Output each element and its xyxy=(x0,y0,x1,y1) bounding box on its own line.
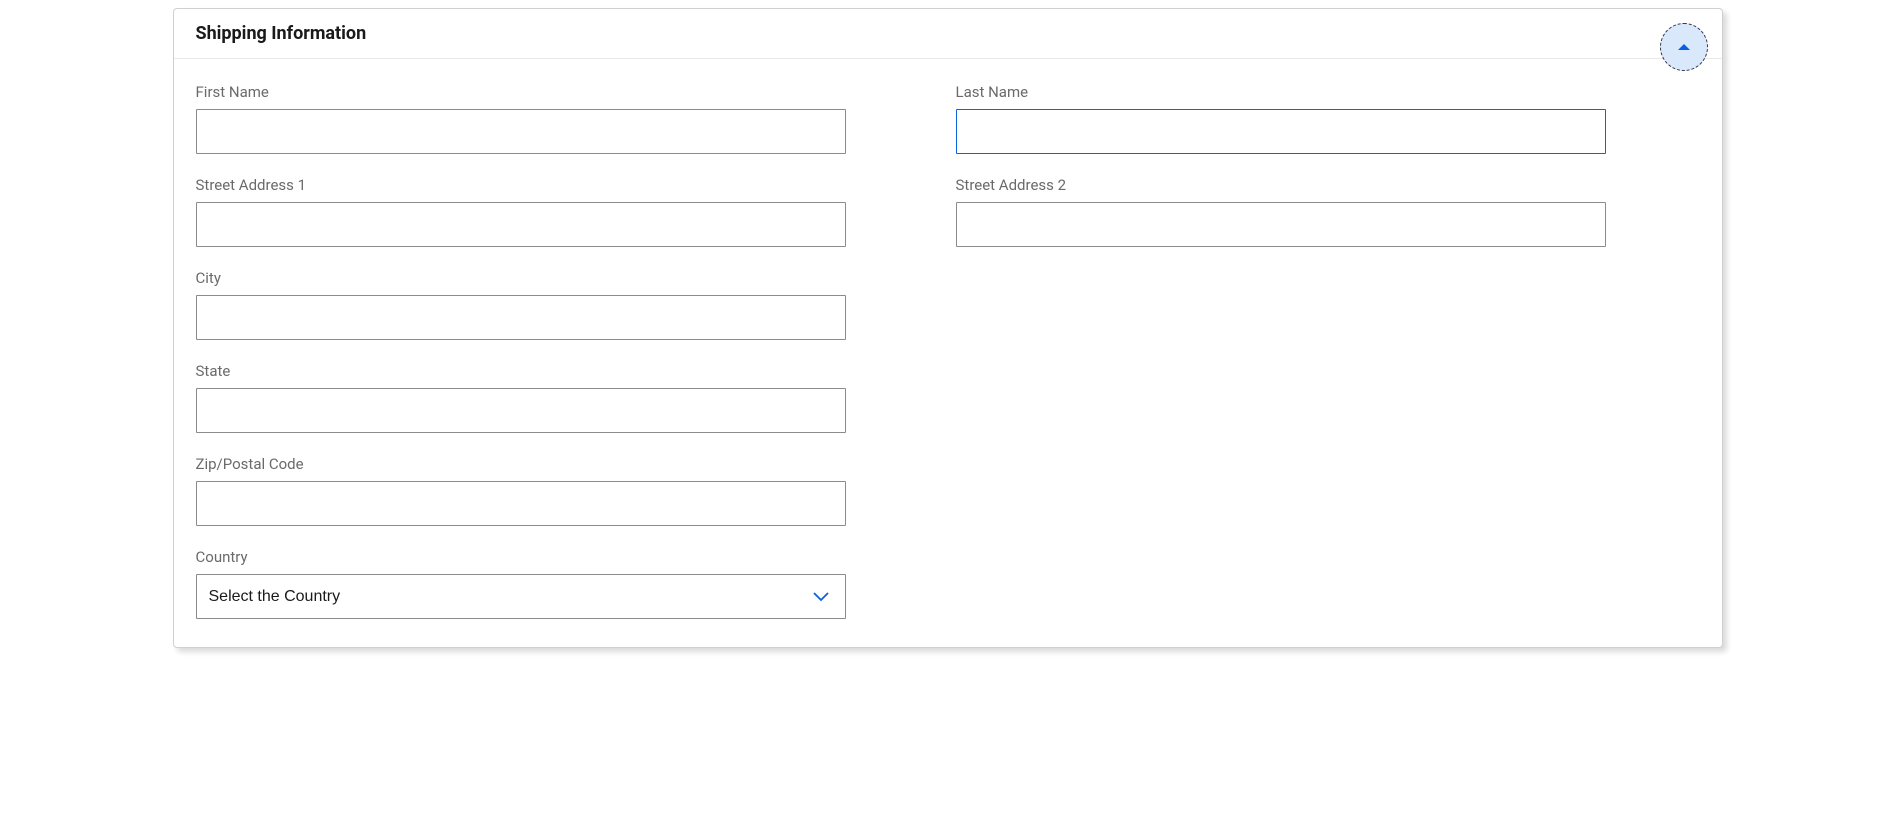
form-row: Street Address 1 Street Address 2 xyxy=(196,176,1700,247)
zip-group: Zip/Postal Code xyxy=(196,455,846,526)
panel-header: Shipping Information xyxy=(174,9,1722,59)
country-select-wrapper: Select the Country xyxy=(196,574,846,619)
state-label: State xyxy=(196,362,846,380)
country-select[interactable]: Select the Country xyxy=(196,574,846,619)
form-row: City xyxy=(196,269,1700,340)
zip-input[interactable] xyxy=(196,481,846,526)
form-row: State xyxy=(196,362,1700,433)
last-name-group: Last Name xyxy=(956,83,1606,154)
panel-title: Shipping Information xyxy=(196,23,367,44)
city-input[interactable] xyxy=(196,295,846,340)
collapse-button[interactable] xyxy=(1660,23,1708,71)
state-input[interactable] xyxy=(196,388,846,433)
last-name-input[interactable] xyxy=(956,109,1606,154)
first-name-group: First Name xyxy=(196,83,846,154)
form-row: Country Select the Country xyxy=(196,548,1700,619)
country-label: Country xyxy=(196,548,846,566)
country-group: Country Select the Country xyxy=(196,548,846,619)
street-address-1-input[interactable] xyxy=(196,202,846,247)
street-address-1-group: Street Address 1 xyxy=(196,176,846,247)
form-row: Zip/Postal Code xyxy=(196,455,1700,526)
last-name-label: Last Name xyxy=(956,83,1606,101)
panel-body: First Name Last Name Street Address 1 St… xyxy=(174,59,1722,647)
state-group: State xyxy=(196,362,846,433)
caret-up-icon xyxy=(1677,42,1691,52)
shipping-information-panel: Shipping Information First Name Last Nam… xyxy=(173,8,1723,648)
city-group: City xyxy=(196,269,846,340)
form-row: First Name Last Name xyxy=(196,83,1700,154)
street-address-2-input[interactable] xyxy=(956,202,1606,247)
city-label: City xyxy=(196,269,846,287)
street-address-2-group: Street Address 2 xyxy=(956,176,1606,247)
first-name-label: First Name xyxy=(196,83,846,101)
street-address-2-label: Street Address 2 xyxy=(956,176,1606,194)
zip-label: Zip/Postal Code xyxy=(196,455,846,473)
street-address-1-label: Street Address 1 xyxy=(196,176,846,194)
first-name-input[interactable] xyxy=(196,109,846,154)
